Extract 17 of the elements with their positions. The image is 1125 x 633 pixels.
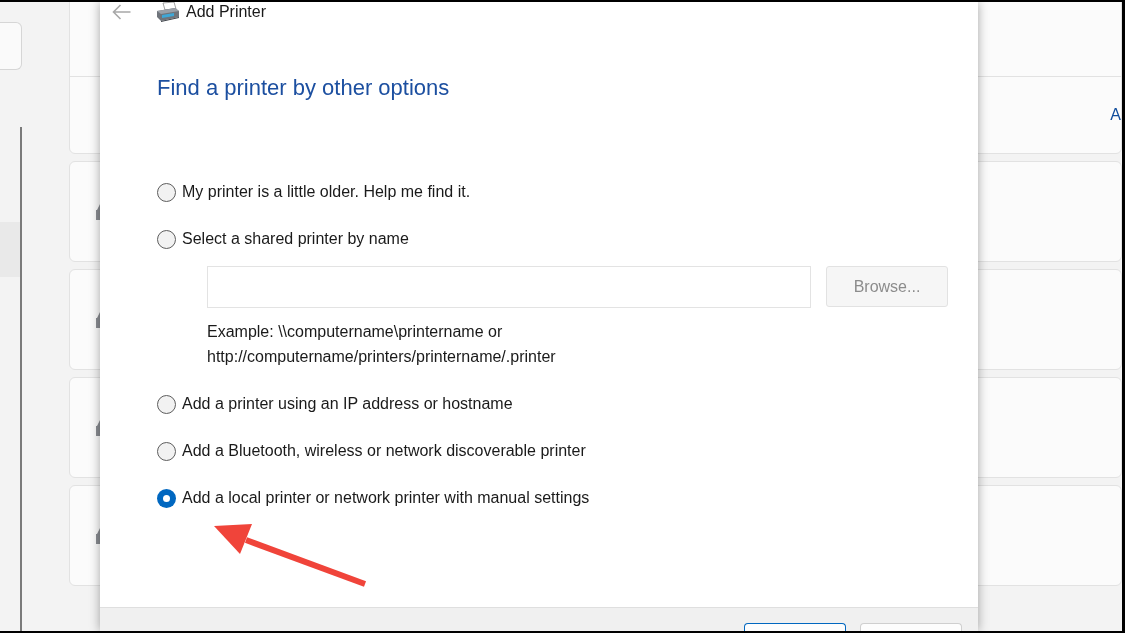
dialog-title: Add Printer (186, 2, 267, 22)
option-label[interactable]: My printer is a little older. Help me find it. (182, 180, 471, 204)
printer-name-field[interactable] (207, 266, 811, 308)
scrollbar[interactable] (20, 127, 22, 631)
radio-button[interactable] (157, 488, 176, 508)
radio-button[interactable] (157, 229, 176, 249)
radio-button[interactable] (157, 182, 176, 202)
dialog-heading: Find a printer by other options (157, 74, 450, 102)
dialog-button[interactable] (744, 623, 846, 631)
option-label[interactable]: Add a Bluetooth, wireless or network discoverable printer (182, 439, 586, 463)
option-label[interactable]: Add a printer using an IP address or hostname (182, 392, 513, 416)
option-label[interactable]: Select a shared printer by name (182, 227, 409, 251)
radio-button[interactable] (157, 394, 176, 414)
card-link[interactable]: A (1110, 105, 1121, 125)
example-text: Example: \\computername\printername or http://computername/printers/printername/.printer (207, 322, 557, 367)
radio-button[interactable] (157, 441, 176, 461)
option-label[interactable]: Add a local printer or network printer with manual settings (182, 486, 590, 510)
